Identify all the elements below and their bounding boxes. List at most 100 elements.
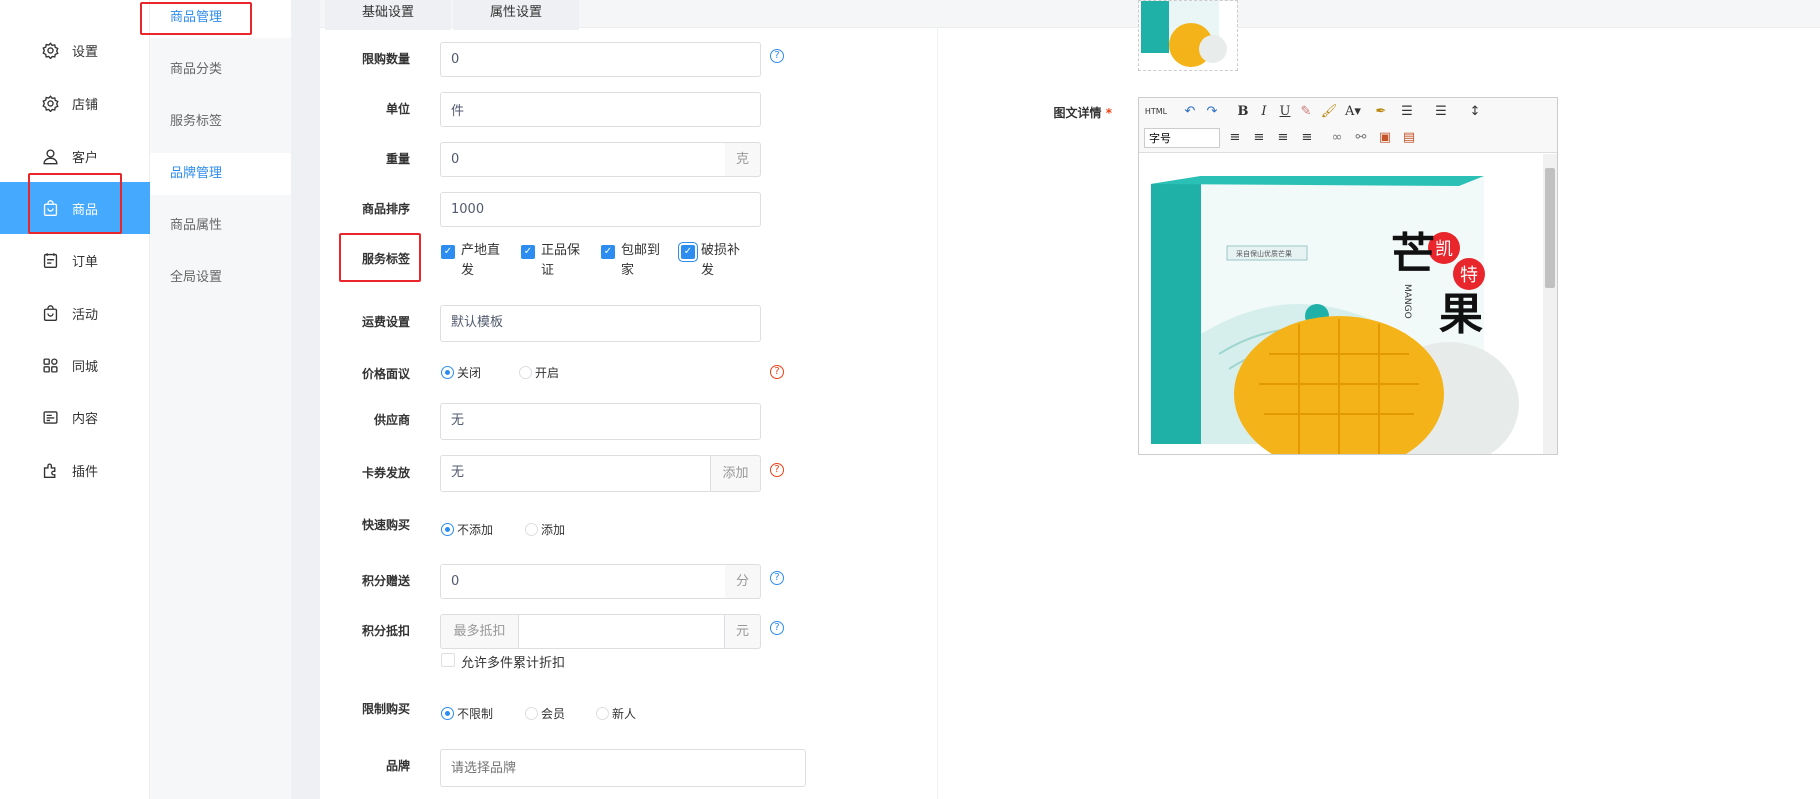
editor-content[interactable]: 采自保山优质芒果 凯 特 芒 果 MANGO (1139, 154, 1543, 454)
brand-select[interactable] (440, 749, 806, 787)
subnav-item-service-tags[interactable]: 服务标签 (150, 101, 291, 143)
weight-unit-suffix: 克 (725, 142, 761, 177)
nav-item-settings[interactable]: 设置 (0, 24, 150, 76)
nav-item-customer[interactable]: 客户 (0, 130, 150, 182)
points-gift-help-icon[interactable]: ? (770, 571, 784, 585)
brand-glyph-2: 特 (1460, 265, 1478, 286)
limit-buy-member-radio[interactable] (525, 707, 538, 720)
mango-box-image: 采自保山优质芒果 凯 特 芒 果 MANGO (1139, 154, 1543, 454)
service-tag-checkbox-2[interactable]: ✓ (521, 245, 535, 259)
align-right-icon[interactable]: ≡ (1273, 128, 1293, 148)
price-negotiable-off-text: 关闭 (457, 366, 482, 380)
order-icon (43, 252, 58, 268)
nav-item-activity[interactable]: 活动 (0, 287, 150, 339)
points-gift-input[interactable] (440, 564, 726, 599)
limit-buy-none-radio[interactable] (441, 707, 454, 720)
limit-buy-member-text: 会员 (541, 707, 566, 721)
multi-image-icon[interactable]: ▤ (1399, 128, 1419, 148)
redo-icon[interactable]: ↷ (1202, 102, 1222, 122)
main-content: 基础设置 属性设置 限购数量 ? 单位 重量 克 商品排序 服务标签 ✓ 产地直… (320, 0, 1820, 799)
price-negotiable-on-radio[interactable] (519, 366, 532, 379)
coupon-add-button[interactable]: 添加 (711, 455, 761, 492)
detail-label-text: 图文详情 (1053, 106, 1102, 120)
align-center-icon[interactable]: ≡ (1249, 128, 1269, 148)
editor-scrollbar-thumb[interactable] (1545, 168, 1555, 288)
shipping-select[interactable]: 默认模板 (440, 305, 761, 342)
italic-button[interactable]: I (1254, 102, 1274, 122)
points-deduct-input[interactable] (518, 614, 725, 649)
coupon-help-icon[interactable]: ? (770, 463, 784, 477)
unordered-list-icon[interactable]: ☰ (1431, 102, 1451, 122)
limit-buy-new-text: 新人 (612, 707, 637, 721)
format-brush-icon[interactable]: 🖌 (1319, 102, 1339, 122)
font-color-button[interactable]: A▾ (1343, 102, 1363, 122)
unit-input[interactable] (440, 92, 761, 127)
eraser-icon[interactable]: ✎ (1296, 102, 1316, 122)
coupon-select[interactable]: 无 (440, 455, 711, 492)
image-icon[interactable]: ▣ (1375, 128, 1395, 148)
limit-qty-input[interactable] (440, 42, 761, 77)
nav-item-content[interactable]: 内容 (0, 391, 150, 443)
brand-label: 品牌 (385, 759, 410, 773)
undo-icon[interactable]: ↶ (1180, 102, 1200, 122)
align-justify-icon[interactable]: ≡ (1297, 128, 1317, 148)
quick-buy-add-radio[interactable] (525, 523, 538, 536)
points-deduct-label: 积分抵扣 (361, 624, 410, 638)
unlink-icon[interactable]: ⚯ (1351, 128, 1371, 148)
align-left-icon[interactable]: ≡ (1225, 128, 1245, 148)
activity-bag-icon (43, 304, 58, 321)
price-negotiable-off-radio[interactable] (441, 366, 454, 379)
subnav-item-brand-manage[interactable]: 品牌管理 (150, 153, 291, 195)
service-tag-checkbox-4[interactable]: ✓ (681, 245, 695, 259)
required-mark: * (1105, 106, 1112, 120)
brand-glyph-1: 凯 (1435, 239, 1453, 260)
nav-item-label: 插件 (72, 464, 99, 480)
nav-item-label: 内容 (72, 411, 99, 427)
weight-input[interactable] (440, 142, 726, 177)
title-glyph-2: 果 (1439, 289, 1483, 340)
allow-cumulative-discount-checkbox[interactable] (441, 653, 455, 667)
nav-item-order[interactable]: 订单 (0, 234, 150, 286)
service-tag-checkbox-3[interactable]: ✓ (601, 245, 615, 259)
sort-input[interactable] (440, 192, 761, 227)
editor-scrollbar[interactable] (1543, 154, 1557, 454)
column-divider (937, 28, 938, 799)
detail-label: 图文详情 * (1020, 104, 1112, 121)
supplier-select[interactable]: 无 (440, 403, 761, 440)
subnav-item-goods-attr[interactable]: 商品属性 (150, 205, 291, 247)
points-deduct-prefix: 最多抵扣 (440, 614, 518, 649)
limit-buy-label: 限制购买 (361, 702, 410, 716)
underline-button[interactable]: U (1275, 102, 1295, 122)
subnav-item-goods-category[interactable]: 商品分类 (150, 49, 291, 91)
points-deduct-help-icon[interactable]: ? (770, 621, 784, 635)
nav-item-goods[interactable]: 商品 (0, 182, 150, 234)
limit-buy-new-radio[interactable] (596, 707, 609, 720)
editor-toolbar: HTML ↶ ↷ B I U ✎ 🖌 A▾ ✒ ☰ ☰ ↕ ≡ ≡ ≡ ≡ ∞ … (1139, 98, 1557, 153)
limit-qty-help-icon[interactable]: ? (770, 49, 784, 63)
font-size-select[interactable] (1144, 128, 1220, 148)
highlight-color-icon[interactable]: ✒ (1371, 102, 1391, 122)
tab-attribute-settings[interactable]: 属性设置 (453, 0, 579, 30)
product-thumbnail[interactable] (1138, 0, 1238, 71)
quick-buy-none-radio[interactable] (441, 523, 454, 536)
subnav-item-global-settings[interactable]: 全局设置 (150, 257, 291, 299)
user-icon (43, 148, 58, 164)
font-color-glyph: A (1345, 104, 1355, 119)
line-height-icon[interactable]: ↕ (1465, 102, 1485, 122)
subnav-item-goods-manage[interactable]: 商品管理 (150, 0, 291, 38)
nav-item-store[interactable]: 店铺 (0, 77, 150, 129)
unit-label: 单位 (385, 102, 410, 116)
service-tag-checkbox-1[interactable]: ✓ (441, 245, 455, 259)
nav-item-local[interactable]: 同城 (0, 339, 150, 391)
ordered-list-icon[interactable]: ☰ (1397, 102, 1417, 122)
price-negotiable-help-icon[interactable]: ? (770, 365, 784, 379)
tab-basic-settings[interactable]: 基础设置 (325, 0, 451, 30)
shopping-bag-icon (43, 199, 58, 216)
link-icon[interactable]: ∞ (1327, 128, 1347, 148)
points-gift-suffix: 分 (725, 564, 761, 599)
bold-button[interactable]: B (1233, 102, 1253, 122)
nav-item-plugin[interactable]: 插件 (0, 444, 150, 496)
rich-text-editor[interactable]: HTML ↶ ↷ B I U ✎ 🖌 A▾ ✒ ☰ ☰ ↕ ≡ ≡ ≡ ≡ ∞ … (1138, 97, 1558, 455)
html-source-button[interactable]: HTML (1143, 102, 1169, 122)
limit-buy-none-text: 不限制 (457, 707, 494, 721)
